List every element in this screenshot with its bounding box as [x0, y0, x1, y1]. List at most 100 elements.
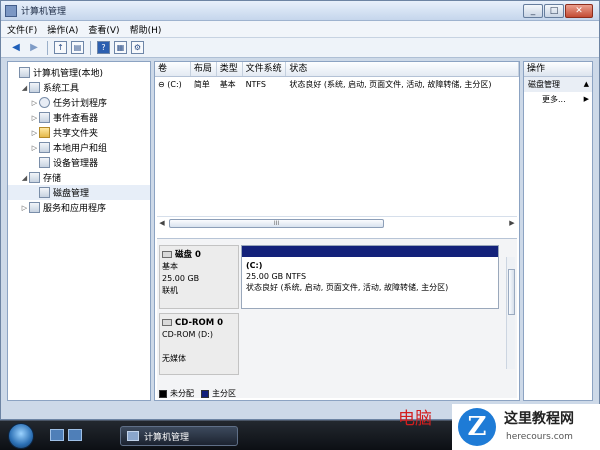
minimize-button[interactable]: _: [523, 4, 543, 18]
show-desktop-icon[interactable]: [50, 429, 64, 441]
collapse-icon[interactable]: ▲: [584, 77, 589, 92]
expand-arrow-icon[interactable]: ▷: [30, 144, 39, 152]
scroll-thumb[interactable]: III: [169, 218, 384, 228]
cdrom-0-status: 无媒体: [162, 354, 186, 363]
menu-action[interactable]: 操作(A): [47, 23, 78, 36]
expand-arrow-icon[interactable]: ▷: [30, 114, 39, 122]
tree-item-storage[interactable]: ◢ 存储: [8, 170, 150, 185]
switch-windows-icon[interactable]: [68, 429, 82, 441]
toolbar: ◀ ▶ ↑ ▤ ? ▦ ⚙: [1, 38, 599, 58]
tree-item-tools[interactable]: ◢ 系统工具: [8, 80, 150, 95]
volume-file-system: NTFS: [245, 80, 266, 89]
watermark-site-name: 这里教程网: [504, 411, 574, 427]
toolbar-separator: [47, 40, 48, 55]
menu-file[interactable]: 文件(F): [7, 23, 37, 36]
menu-view[interactable]: 查看(V): [88, 23, 119, 36]
storage-icon: [29, 172, 40, 183]
start-button[interactable]: [8, 423, 34, 449]
tree-item-label: 磁盘管理: [53, 189, 90, 199]
horizontal-scrollbar[interactable]: ◀ III ▶: [157, 216, 517, 229]
actions-section-disk-management[interactable]: 磁盘管理 ▲: [524, 77, 592, 92]
vertical-scrollbar[interactable]: [506, 257, 515, 369]
toolbar-separator: [90, 40, 91, 55]
scroll-track[interactable]: III: [167, 218, 507, 228]
column-file-system[interactable]: 文件系统: [243, 62, 287, 76]
watermark-url: herecours.com: [506, 432, 573, 442]
column-volume[interactable]: 卷: [155, 62, 191, 76]
folder-icon: [39, 127, 50, 138]
disk-0-name: 磁盘 0: [175, 250, 201, 260]
volume-row[interactable]: ⊖ (C:) 简单 基本 NTFS 状态良好 (系统, 启动, 页面文件, 活动…: [155, 77, 519, 92]
volume-name: ⊖ (C:): [158, 80, 182, 89]
tree-item-label: 本地用户和组: [53, 144, 108, 154]
expand-arrow-icon[interactable]: ▷: [30, 129, 39, 137]
tree-item-device[interactable]: 设备管理器: [8, 155, 150, 170]
show-tree-icon[interactable]: ▤: [71, 41, 84, 54]
tree-item-users[interactable]: ▷ 本地用户和组: [8, 140, 150, 155]
expand-arrow-icon[interactable]: ▷: [20, 204, 29, 212]
cdrom-0-label[interactable]: CD-ROM 0 CD-ROM (D:) 无媒体: [159, 313, 239, 375]
tree-item-disk[interactable]: 磁盘管理: [8, 185, 150, 200]
taskbar-item-computer-management[interactable]: 计算机管理: [120, 426, 238, 446]
disk-icon: [39, 187, 50, 198]
menu-help[interactable]: 帮助(H): [130, 23, 162, 36]
disk-0-label[interactable]: 磁盘 0 基本 25.00 GB 联机: [159, 245, 239, 309]
partition-c-size: 25.00 GB NTFS: [246, 272, 307, 281]
cdrom-0-row[interactable]: CD-ROM 0 CD-ROM (D:) 无媒体: [157, 313, 507, 377]
disk-management-pane: 卷 布局 类型 文件系统 状态 ⊖ (C:) 简单 基本 NTFS 状态良好 (…: [154, 61, 520, 401]
actions-header: 操作: [524, 62, 592, 77]
legend-unallocated-swatch: [159, 389, 167, 398]
back-arrow-icon[interactable]: ◀: [9, 41, 23, 55]
actions-section-label: 磁盘管理: [528, 80, 560, 89]
up-folder-icon[interactable]: ↑: [54, 41, 67, 54]
services-icon: [29, 202, 40, 213]
legend-primary-swatch: [201, 389, 209, 398]
tree-item-label: 任务计划程序: [53, 99, 108, 109]
column-type[interactable]: 类型: [217, 62, 243, 76]
help-icon[interactable]: ?: [97, 41, 110, 54]
volume-list-header: 卷 布局 类型 文件系统 状态: [155, 62, 519, 77]
tree-item-label: 服务和应用程序: [43, 204, 107, 214]
tree-item-folder[interactable]: ▷ 共享文件夹: [8, 125, 150, 140]
partition-c[interactable]: (C:) 25.00 GB NTFS 状态良好 (系统, 启动, 页面文件, 活…: [241, 245, 499, 309]
column-status[interactable]: 状态: [286, 62, 519, 76]
disk-0-row[interactable]: 磁盘 0 基本 25.00 GB 联机 (C:) 25.00 GB NTFS 状…: [157, 245, 507, 309]
event-icon: [39, 112, 50, 123]
hard-disk-icon: [162, 251, 172, 258]
vertical-scroll-thumb[interactable]: [508, 269, 515, 315]
computer-management-icon: [5, 4, 17, 17]
console-tree: 计算机管理(本地) ◢ 系统工具 ▷ 任务计划程序 ▷ 事件查看器 ▷ 共享文件夹 ▷ 本地用户和组…: [7, 61, 151, 401]
legend-primary-label: 主分区: [212, 389, 236, 398]
expand-arrow-icon[interactable]: ◢: [20, 84, 29, 92]
tree-item-event[interactable]: ▷ 事件查看器: [8, 110, 150, 125]
cdrom-0-name: CD-ROM 0: [175, 318, 224, 328]
watermark-red-text: 电脑: [398, 409, 432, 429]
close-button[interactable]: ✕: [565, 4, 593, 18]
computer-management-window: 计算机管理 _ □ ✕ 文件(F) 操作(A) 查看(V) 帮助(H) ◀ ▶ …: [0, 0, 600, 420]
disk-settings-icon[interactable]: ⚙: [131, 41, 144, 54]
tree-item-label: 计算机管理(本地): [33, 69, 104, 79]
actions-more-label: 更多...: [542, 95, 566, 104]
cd-drive-icon: [162, 319, 172, 326]
scroll-right-icon[interactable]: ▶: [507, 219, 517, 227]
tools-icon: [29, 82, 40, 93]
disk-0-type: 基本: [162, 262, 178, 271]
main-area: 计算机管理(本地) ◢ 系统工具 ▷ 任务计划程序 ▷ 事件查看器 ▷ 共享文件夹 ▷ 本地用户和组…: [7, 61, 593, 401]
tree-item-clock[interactable]: ▷ 任务计划程序: [8, 95, 150, 110]
tree-item-services[interactable]: ▷ 服务和应用程序: [8, 200, 150, 215]
volume-status: 状态良好 (系统, 启动, 页面文件, 活动, 故障转储, 主分区): [289, 80, 492, 89]
title-bar[interactable]: 计算机管理 _ □ ✕: [1, 1, 599, 21]
expand-arrow-icon[interactable]: ◢: [20, 174, 29, 182]
actions-more[interactable]: 更多... ▶: [524, 92, 592, 107]
properties-icon[interactable]: ▦: [114, 41, 127, 54]
forward-arrow-icon[interactable]: ▶: [27, 41, 41, 55]
expand-arrow-icon[interactable]: ▷: [30, 99, 39, 107]
disk-graphical-view: 磁盘 0 基本 25.00 GB 联机 (C:) 25.00 GB NTFS 状…: [157, 238, 517, 398]
tree-item-label: 事件查看器: [53, 114, 99, 124]
primary-partition-bar: [242, 246, 498, 257]
maximize-button[interactable]: □: [544, 4, 564, 18]
column-layout[interactable]: 布局: [191, 62, 217, 76]
watermark-z-icon: Z: [458, 408, 496, 446]
scroll-left-icon[interactable]: ◀: [157, 219, 167, 227]
tree-item-computer[interactable]: 计算机管理(本地): [8, 65, 150, 80]
